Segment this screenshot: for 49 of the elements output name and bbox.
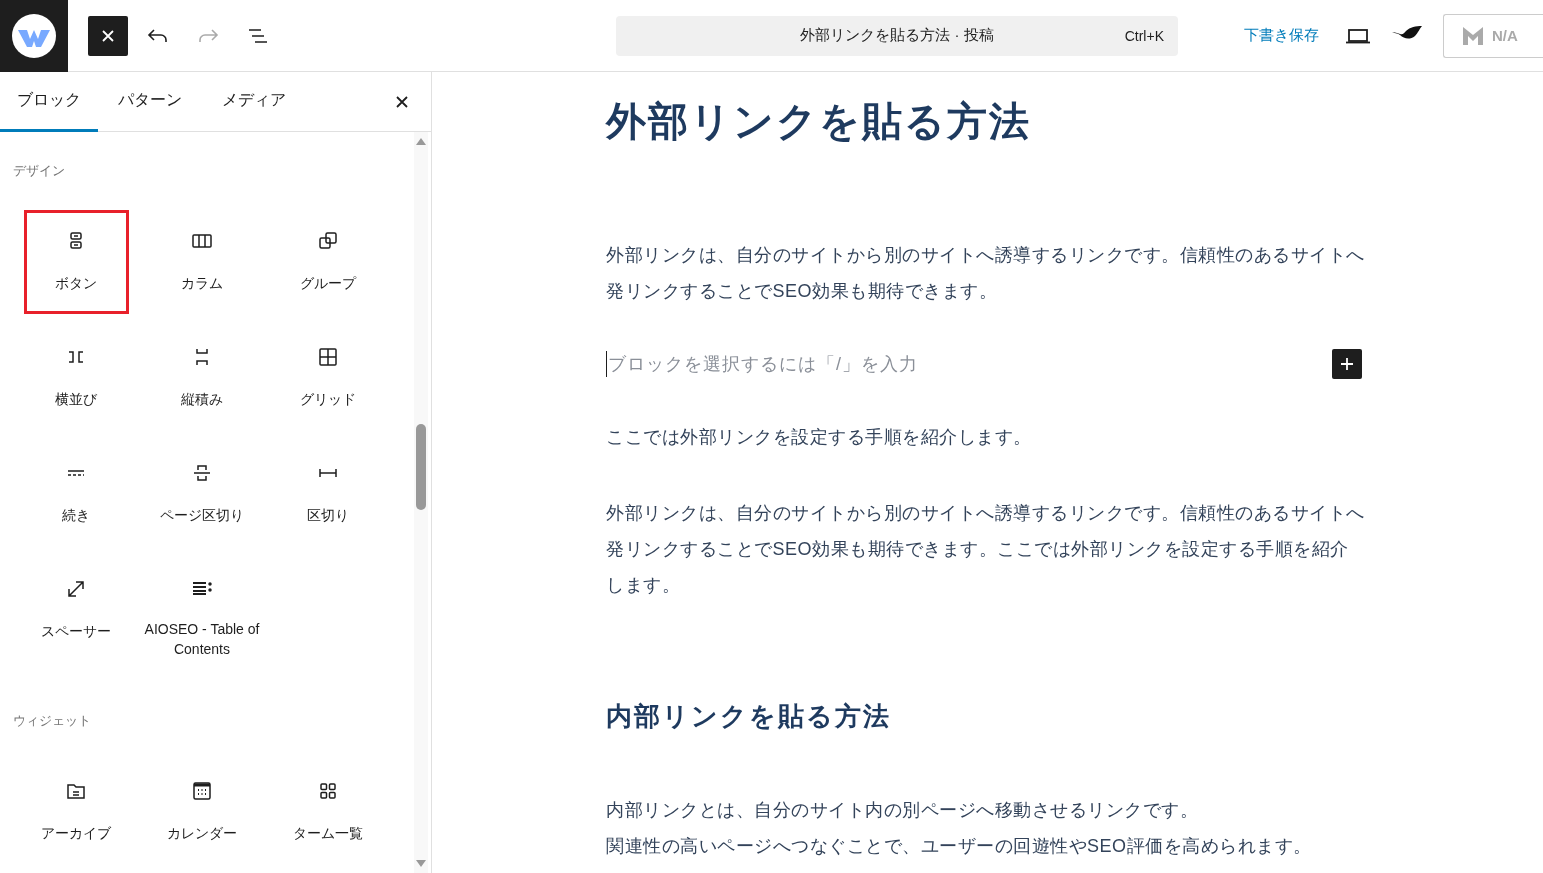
block-item[interactable]: 縦積み (149, 326, 255, 430)
block-item[interactable]: AIOSEO - Table of Contents (140, 558, 264, 662)
paragraph[interactable]: 関連性の高いページへつなぐことで、ユーザーの回遊性やSEO評価を高められます。 (606, 828, 1366, 864)
block-item[interactable]: ボタン (23, 210, 129, 314)
block-item[interactable]: ページ区切り (149, 442, 255, 546)
close-icon (101, 28, 115, 43)
paragraph[interactable]: 内部リンクとは、自分のサイト内の別ページへ移動させるリンクです。 (606, 792, 1366, 828)
section-heading[interactable]: 内部リンクを貼る方法 (606, 699, 1366, 734)
block-item[interactable]: グループ (275, 210, 381, 314)
inserter-tab[interactable]: パターン (98, 72, 202, 132)
category-heading: ウィジェット (13, 712, 92, 730)
block-item[interactable]: スペーサー (23, 558, 129, 662)
scroll-down-icon[interactable] (415, 859, 427, 869)
block-item[interactable]: カレンダー (149, 760, 255, 864)
block-item[interactable]: アーカイブ (23, 760, 129, 864)
scrollbar[interactable] (414, 132, 428, 873)
shortcut-hint: Ctrl+K (1124, 27, 1164, 44)
stack-block-icon (196, 348, 208, 366)
inserter-tab[interactable]: メディア (202, 72, 306, 132)
more-block-icon (67, 470, 85, 476)
scroll-up-icon[interactable] (415, 136, 427, 146)
add-block-button[interactable] (1332, 349, 1362, 379)
grid-block-icon (316, 345, 340, 369)
close-icon[interactable] (395, 94, 409, 109)
post-title[interactable]: 外部リンクを貼る方法 (606, 94, 1366, 149)
block-item[interactable]: 横並び (23, 326, 129, 430)
paragraph[interactable]: 外部リンクは、自分のサイトから別のサイトへ誘導するリンクです。信頼性のあるサイトへ発リンクすることでSEO効果も期待できます。ここでは外部リンクを設定する手順を紹介します。 (606, 495, 1366, 603)
command-bar[interactable]: 外部リンクを貼る方法 · 投稿 Ctrl+K (616, 15, 1178, 56)
m-logo-icon (1462, 24, 1484, 47)
separator-block-icon (319, 468, 337, 478)
block-item[interactable]: 区切り (275, 442, 381, 546)
category-heading: デザイン (13, 162, 66, 180)
scrollbar-thumb[interactable] (416, 424, 426, 510)
save-draft-button[interactable]: 下書き保存 (1238, 20, 1325, 51)
w-logo-icon (11, 12, 57, 59)
plus-icon (1339, 356, 1355, 372)
block-item[interactable]: グリッド (275, 326, 381, 430)
block-item[interactable]: ターム一覧 (275, 760, 381, 864)
site-logo[interactable] (0, 0, 68, 72)
row-block-icon (68, 351, 84, 363)
paragraph[interactable]: 外部リンクは、自分のサイトから別のサイトへ誘導するリンクです。信頼性のあるサイトへ発リンクすることでSEO効果も期待できます。 (606, 237, 1366, 309)
inserter-tab[interactable]: ブロック (0, 72, 98, 132)
block-item[interactable]: 続き (23, 442, 129, 546)
toc-block-icon (192, 581, 212, 595)
document-title: 外部リンクを貼る方法 · 投稿 (800, 26, 994, 45)
paragraph[interactable]: ここでは外部リンクを設定する手順を紹介します。 (606, 419, 1366, 455)
calendar-block-icon (190, 779, 214, 803)
block-item[interactable]: カラム (149, 210, 255, 314)
close-inserter-button[interactable] (88, 15, 128, 56)
